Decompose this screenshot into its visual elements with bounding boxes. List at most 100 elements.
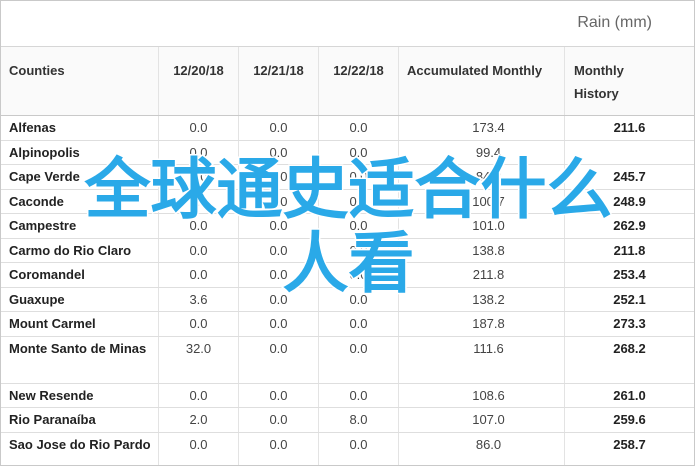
accumulated-monthly-cell: 101.0	[399, 214, 565, 238]
monthly-history-cell: 211.8	[613, 242, 646, 258]
column-header-12-21-18[interactable]: 12/21/18	[239, 47, 319, 115]
county-cell: Carmo do Rio Claro	[1, 238, 159, 262]
table-header-row: Counties 12/20/18 12/21/18 12/22/18 Accu…	[1, 47, 694, 116]
county-cell: Rio Paranaíba	[1, 408, 159, 432]
county-cell: Alpinopolis	[1, 140, 159, 164]
table-row: Cape Verde 1.0 0.0 0.0 84.2 245.7	[1, 165, 694, 190]
value-12-20-cell: 3.6	[159, 287, 239, 311]
county-cell: New Resende	[1, 383, 159, 407]
value-12-20-cell: 0.0	[159, 383, 239, 407]
accumulated-monthly-cell: 99.4	[399, 140, 565, 164]
table-row: New Resende 0.0 0.0 0.0 108.6 261.0	[1, 383, 694, 408]
value-12-22-cell: 0.0	[319, 287, 399, 311]
value-12-21-cell: 0.0	[239, 383, 319, 407]
table-caption: Rain (mm)	[577, 14, 652, 31]
value-12-21-cell: 0.0	[239, 336, 319, 383]
county-cell: Monte Santo de Minas	[1, 336, 159, 383]
monthly-history-cell: 273.3	[613, 316, 646, 331]
accumulated-monthly-cell: 100.7	[399, 189, 565, 213]
value-12-20-cell: 0.0	[159, 116, 239, 140]
table-row: Carmo do Rio Claro 0.0 0.0 0.0 138.8 211.8	[1, 238, 694, 263]
value-12-21-cell: 0.0	[239, 214, 319, 238]
table-row: Rio Paranaíba 2.0 0.0 8.0 107.0 259.6	[1, 408, 694, 433]
value-12-22-cell: 8.0	[319, 408, 399, 432]
accumulated-monthly-cell: 138.2	[399, 287, 565, 311]
county-cell: Cape Verde	[1, 165, 159, 189]
monthly-history-cell: 262.9	[613, 218, 646, 233]
value-12-22-cell: 0.0	[319, 165, 399, 189]
column-header-monthly-history[interactable]: Monthly History	[565, 47, 655, 115]
value-12-21-cell: 0.0	[239, 312, 319, 336]
value-12-20-cell: 0.0	[159, 189, 239, 213]
table-body: Alfenas 0.0 0.0 0.0 173.4 211.6 Alpinopolis 0.0…	[1, 116, 694, 465]
monthly-history-cell: 268.2	[613, 340, 646, 356]
accumulated-monthly-cell: 211.8	[399, 263, 565, 287]
value-12-20-cell: 32.0	[159, 336, 239, 383]
county-cell: Caconde	[1, 189, 159, 213]
column-header-12-22-18[interactable]: 12/22/18	[319, 47, 399, 115]
monthly-history-cell: 253.4	[613, 267, 646, 282]
value-12-20-cell: 0.0	[159, 238, 239, 262]
value-12-20-cell: 0.0	[159, 214, 239, 238]
county-cell: Campestre	[1, 214, 159, 238]
accumulated-monthly-cell: 84.2	[399, 165, 565, 189]
value-12-20-cell: 1.0	[159, 165, 239, 189]
monthly-history-cell: 211.6	[613, 120, 646, 135]
table-row: Alfenas 0.0 0.0 0.0 173.4 211.6	[1, 116, 694, 141]
value-12-20-cell: 2.0	[159, 408, 239, 432]
value-12-22-cell: 0.0	[319, 336, 399, 383]
value-12-22-cell: 0.0	[319, 383, 399, 407]
column-header-accumulated-monthly[interactable]: Accumulated Monthly	[399, 47, 565, 115]
table-row: Monte Santo de Minas 32.0 0.0 0.0 111.6 268.2	[1, 336, 694, 384]
value-12-22-cell: 0.0	[319, 140, 399, 164]
rain-table: Counties 12/20/18 12/21/18 12/22/18 Accu…	[1, 47, 694, 465]
accumulated-monthly-cell: 173.4	[399, 116, 565, 140]
value-12-21-cell: 0.0	[239, 408, 319, 432]
monthly-history-cell: 252.1	[613, 291, 646, 307]
county-cell: Coromandel	[1, 263, 159, 287]
monthly-history-cell	[565, 141, 694, 165]
value-12-22-cell: 0.0	[319, 263, 399, 287]
accumulated-monthly-cell: 187.8	[399, 312, 565, 336]
accumulated-monthly-cell: 108.6	[399, 383, 565, 407]
value-12-21-cell: 0.0	[239, 432, 319, 465]
monthly-history-cell: 248.9	[613, 193, 646, 209]
monthly-history-cell: 261.0	[613, 387, 646, 403]
value-12-22-cell: 0.0	[319, 214, 399, 238]
county-cell: Guaxupe	[1, 287, 159, 311]
accumulated-monthly-cell: 86.0	[399, 432, 565, 465]
value-12-20-cell: 0.0	[159, 312, 239, 336]
value-12-22-cell: 0.0	[319, 116, 399, 140]
value-12-21-cell: 0.0	[239, 165, 319, 189]
table-row: Campestre 0.0 0.0 0.0 101.0 262.9	[1, 214, 694, 239]
table-row: Mount Carmel 0.0 0.0 0.0 187.8 273.3	[1, 312, 694, 337]
value-12-22-cell: 0.0	[319, 189, 399, 213]
accumulated-monthly-cell: 138.8	[399, 238, 565, 262]
column-header-12-20-18[interactable]: 12/20/18	[159, 47, 239, 115]
value-12-20-cell: 0.0	[159, 432, 239, 465]
table-caption-bar: Rain (mm)	[1, 1, 694, 47]
table-row: Coromandel 0.0 0.0 0.0 211.8 253.4	[1, 263, 694, 288]
value-12-21-cell: 0.0	[239, 238, 319, 262]
table-row: Caconde 0.0 0.0 0.0 100.7 248.9	[1, 189, 694, 214]
value-12-20-cell: 0.0	[159, 140, 239, 164]
accumulated-monthly-cell: 107.0	[399, 408, 565, 432]
value-12-22-cell: 0.0	[319, 238, 399, 262]
column-header-counties[interactable]: Counties	[1, 47, 159, 115]
value-12-20-cell: 0.0	[159, 263, 239, 287]
value-12-22-cell: 0.0	[319, 312, 399, 336]
value-12-21-cell: 0.0	[239, 287, 319, 311]
value-12-21-cell: 0.0	[239, 263, 319, 287]
value-12-22-cell: 0.0	[319, 432, 399, 465]
county-cell: Alfenas	[1, 116, 159, 140]
monthly-history-cell: 245.7	[613, 169, 646, 184]
value-12-21-cell: 0.0	[239, 116, 319, 140]
rain-table-widget: Rain (mm) Counties 12/20/18 12/21/18 12/…	[0, 0, 695, 466]
monthly-history-cell: 258.7	[613, 436, 646, 452]
accumulated-monthly-cell: 111.6	[399, 336, 565, 383]
monthly-history-cell: 259.6	[613, 412, 646, 427]
county-cell: Mount Carmel	[1, 312, 159, 336]
value-12-21-cell: 0.0	[239, 189, 319, 213]
table-row: Alpinopolis 0.0 0.0 0.0 99.4	[1, 140, 694, 165]
value-12-21-cell: 0.0	[239, 140, 319, 164]
